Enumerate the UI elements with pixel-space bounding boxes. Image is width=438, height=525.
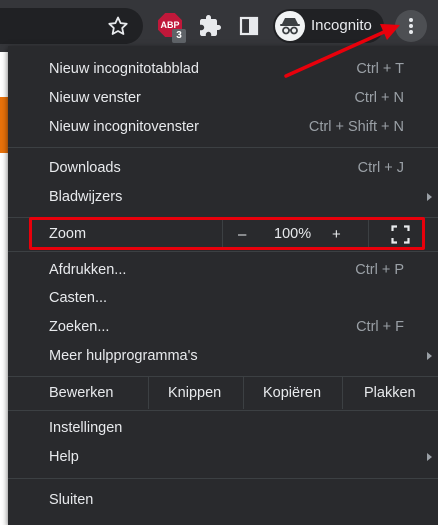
menu-item-label: Downloads [49,160,121,176]
menu-item-label: Instellingen [49,420,123,436]
submenu-arrow-icon [427,352,432,360]
menu-item-downloads[interactable]: Downloads Ctrl + J [8,154,438,183]
more-vert-icon[interactable] [395,10,427,42]
submenu-arrow-icon [427,453,432,461]
menu-item-shortcut: Ctrl + F [356,319,404,335]
incognito-icon [280,18,300,35]
menu-separator [8,410,438,411]
extensions-puzzle-icon[interactable] [198,14,222,38]
menu-item-help[interactable]: Help [8,443,438,472]
edit-divider [148,377,149,409]
chrome-app-menu: Nieuw incognitotabblad Ctrl + T Nieuw ve… [8,46,438,525]
menu-item-label: Sluiten [49,492,94,508]
submenu-arrow-icon [427,193,432,201]
menu-item-label: Zoeken... [49,319,110,335]
menu-item-shortcut: Ctrl + N [354,90,404,106]
menu-item-shortcut: Ctrl + J [357,160,404,176]
menu-separator [8,251,438,252]
menu-item-shortcut: Ctrl + Shift + N [308,119,404,135]
menu-item-label: Casten... [49,290,108,306]
browser-toolbar: ABP 3 Incognito [0,0,438,52]
menu-item-label: Nieuw incognitotabblad [49,61,199,77]
menu-item-cast[interactable]: Casten... [8,284,438,313]
zoom-highlight-annotation [29,217,425,250]
menu-item-more-tools[interactable]: Meer hulpprogramma's [8,342,438,371]
page-content-edge [0,52,8,525]
incognito-avatar [275,11,305,41]
menu-item-find[interactable]: Zoeken... Ctrl + F [8,313,438,342]
menu-item-new-window[interactable]: Nieuw venster Ctrl + N [8,84,438,113]
incognito-profile-button[interactable]: Incognito [273,9,384,43]
edit-label: Bewerken [49,385,114,401]
menu-item-new-incognito-window[interactable]: Nieuw incognitovenster Ctrl + Shift + N [8,113,438,142]
menu-item-shortcut: Ctrl + P [355,262,404,278]
menu-item-shortcut: Ctrl + T [356,61,404,77]
menu-item-label: Bladwijzers [49,189,123,205]
menu-item-label: Nieuw incognitovenster [49,119,199,135]
menu-item-new-incognito-tab[interactable]: Nieuw incognitotabblad Ctrl + T [8,55,438,84]
star-icon[interactable] [106,14,130,38]
menu-edit-row: Bewerken Knippen Kopiëren Plakken [8,377,438,409]
menu-item-bookmarks[interactable]: Bladwijzers [8,183,438,212]
menu-item-label: Nieuw venster [49,90,141,106]
edit-divider [342,377,343,409]
menu-item-settings[interactable]: Instellingen [8,414,438,443]
menu-item-label: Meer hulpprogramma's [49,348,198,364]
side-panel-icon[interactable] [237,14,261,38]
adblock-plus-button[interactable]: ABP 3 [158,13,186,43]
adblock-count-badge: 3 [172,29,186,43]
cut-button[interactable]: Knippen [168,377,221,409]
edit-divider [243,377,244,409]
profile-label: Incognito [311,17,372,34]
copy-button[interactable]: Kopiëren [263,377,321,409]
page-banner-edge [0,97,8,153]
menu-item-exit[interactable]: Sluiten [8,486,438,515]
paste-button[interactable]: Plakken [364,377,416,409]
menu-item-print[interactable]: Afdrukken... Ctrl + P [8,256,438,285]
menu-separator [8,147,438,148]
menu-item-label: Afdrukken... [49,262,127,278]
menu-separator [8,478,438,479]
menu-item-label: Help [49,449,79,465]
